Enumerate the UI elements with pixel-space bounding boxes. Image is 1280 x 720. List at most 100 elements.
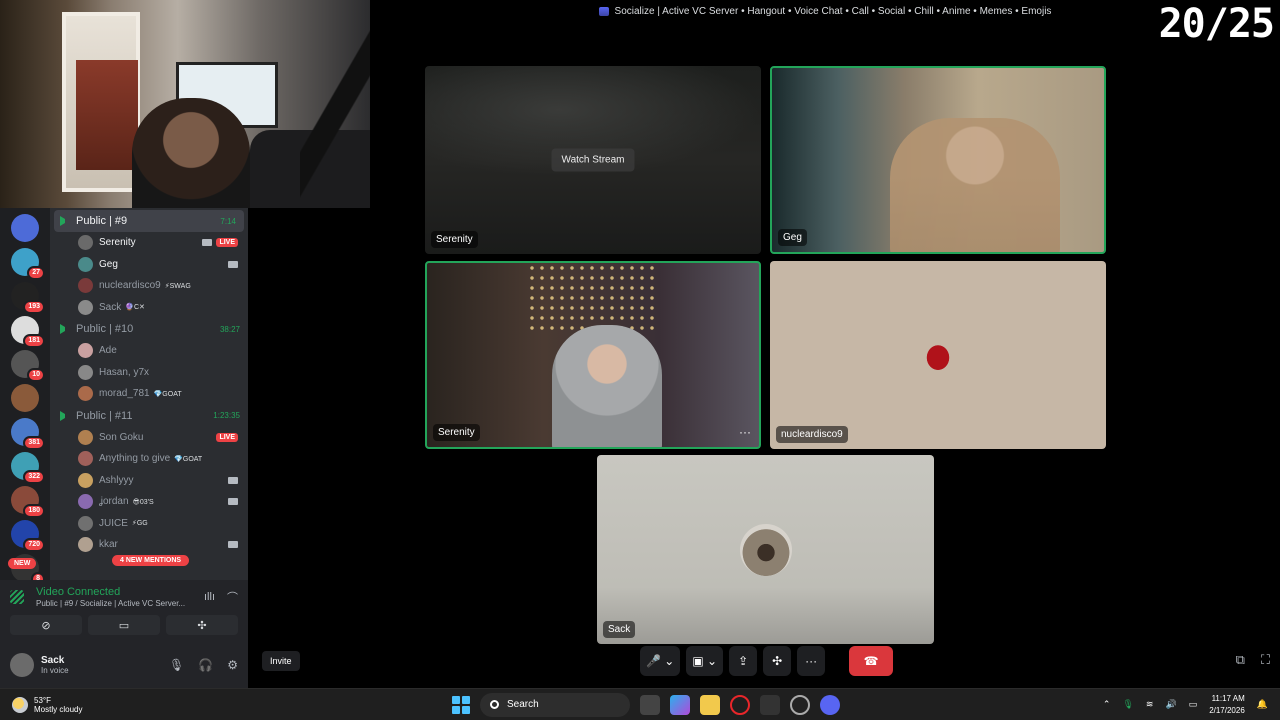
activities-button[interactable]: ✣ <box>166 615 238 635</box>
avatar <box>78 256 93 272</box>
server-badge: 8 <box>31 572 45 580</box>
disconnect-button[interactable]: ☎ <box>849 646 894 676</box>
fullscreen-icon[interactable]: ⛶ <box>1261 652 1270 668</box>
video-tile-serenity[interactable]: Serenity ··· <box>425 261 761 449</box>
popout-icon[interactable]: ⧉ <box>1236 652 1245 668</box>
voice-member[interactable]: Serenity LIVE <box>50 232 248 254</box>
voice-member[interactable]: nucleardisco9 ⚡SWAG <box>50 275 248 297</box>
windows-start-icon[interactable] <box>452 695 470 714</box>
search-icon <box>490 700 499 709</box>
voice-channel-name[interactable]: Public | #9 / Socialize | Active VC Serv… <box>36 599 185 608</box>
chevron-down-icon[interactable]: ⌄ <box>707 654 717 668</box>
voice-member[interactable]: Sack 🔮C✕ <box>50 297 248 319</box>
server-icon[interactable]: 322 <box>11 452 45 484</box>
avatar <box>739 523 792 576</box>
noise-icon[interactable]: ıllı <box>204 591 215 603</box>
server-badge: 322 <box>23 470 45 484</box>
voice-channel[interactable]: Public | #10 38:27 <box>50 318 248 340</box>
voice-member[interactable]: JUICE ⚡GG <box>50 513 248 535</box>
avatar <box>78 537 93 553</box>
video-tile-nucleardisco9[interactable]: nucleardisco9 <box>770 261 1106 449</box>
headphones-icon[interactable]: 🎧 <box>198 658 213 672</box>
watch-stream-button[interactable]: Watch Stream <box>551 148 635 172</box>
member-tag: ⚡SWAG <box>164 282 191 290</box>
file-explorer-icon[interactable] <box>700 694 720 715</box>
member-name: nucleardisco9 <box>99 280 161 292</box>
battery-icon[interactable]: ▭ <box>1189 699 1198 710</box>
chevron-down-icon[interactable]: ⌄ <box>664 654 674 668</box>
stream-tile[interactable]: Watch Stream Serenity <box>425 66 761 254</box>
screen-share-button[interactable]: ▭ <box>88 615 160 635</box>
voice-status: Video Connected <box>36 586 121 598</box>
voice-channel-name: Public | #9 <box>76 215 128 227</box>
avatar[interactable] <box>10 653 34 677</box>
server-icon[interactable] <box>11 384 39 412</box>
copilot-icon[interactable] <box>670 694 690 715</box>
opera-icon[interactable] <box>730 694 750 715</box>
clock[interactable]: 11:17 AM 2/17/2026 <box>1209 693 1245 717</box>
activities-icon: ✣ <box>772 654 783 668</box>
server-badge: 181 <box>23 334 45 348</box>
task-view-icon[interactable] <box>640 694 660 715</box>
avatar <box>78 494 93 510</box>
voice-member[interactable]: ʝordan 😎03'S <box>50 491 248 513</box>
server-icon[interactable]: 720 <box>11 520 45 552</box>
camera-toggle-button[interactable]: ⊘ <box>10 615 82 635</box>
voice-member[interactable]: Son Goku LIVE <box>50 427 248 449</box>
hang-up-icon: ☎ <box>863 654 879 668</box>
more-options-icon[interactable]: ··· <box>739 425 751 439</box>
video-tile-sack[interactable]: Sack <box>597 455 934 644</box>
voice-member[interactable]: kkar <box>50 534 248 556</box>
camera-icon <box>228 476 238 484</box>
voice-member[interactable]: Ashlyyy <box>50 470 248 492</box>
speaker-icon <box>60 410 70 421</box>
streamer-webcam <box>0 0 370 208</box>
chevron-up-icon[interactable]: ⌃ <box>1103 699 1111 710</box>
server-icon[interactable]: 10 <box>11 350 45 382</box>
wifi-icon[interactable]: ≋ <box>1146 699 1154 710</box>
mute-button[interactable]: 🎤 ⌄ <box>640 646 681 676</box>
ybn-server-icon[interactable]: 193 <box>11 282 45 314</box>
voice-channel[interactable]: Public | #9 7:14 <box>54 210 244 232</box>
voice-member[interactable]: morad_781 💎GOAT <box>50 383 248 405</box>
share-screen-button[interactable]: ⇪ <box>729 646 758 676</box>
channel-timer: 7:14 <box>220 216 236 226</box>
voice-channel[interactable]: Public | #11 1:23:35 <box>50 405 248 427</box>
store-icon[interactable] <box>760 694 780 715</box>
microphone-icon[interactable]: 🎙 <box>169 658 184 672</box>
server-badge: 180 <box>23 504 45 518</box>
volume-icon[interactable]: 🔊 <box>1165 699 1176 710</box>
discord-icon[interactable] <box>820 694 840 715</box>
top-server-icon[interactable] <box>11 214 39 242</box>
microphone-icon[interactable]: 🎙 <box>1122 699 1133 710</box>
more-button[interactable]: ··· <box>797 646 826 676</box>
taskbar-search[interactable]: Search <box>480 692 630 717</box>
voice-member[interactable]: Geg <box>50 254 248 276</box>
new-mentions-pill[interactable]: 4 NEW MENTIONS <box>112 555 190 566</box>
app-icon[interactable] <box>790 694 810 715</box>
weather-widget[interactable]: 53°F Mostly cloudy <box>0 696 200 714</box>
notification-bell-icon[interactable]: 🔔 <box>1257 699 1268 710</box>
tile-label-sack: Sack <box>603 621 636 638</box>
camera-icon <box>228 498 238 506</box>
tile-label-nucleardisco9: nucleardisco9 <box>776 426 848 443</box>
voice-member[interactable]: Anything to give 💎GOAT <box>50 448 248 470</box>
server-icon[interactable]: 381 <box>11 418 45 450</box>
disconnect-icon[interactable]: ⌒ <box>227 589 238 605</box>
activity-button[interactable]: ✣ <box>763 646 792 676</box>
voice-member[interactable]: Ade <box>50 340 248 362</box>
gear-icon[interactable]: ⚙ <box>227 658 238 672</box>
socialize-server-icon[interactable]: 27 <box>11 248 45 280</box>
string-lights <box>527 263 657 333</box>
server-badge: 27 <box>27 266 45 280</box>
user-status: In voice <box>41 666 69 675</box>
avatar <box>78 278 93 294</box>
server-icon[interactable]: 180 <box>11 486 45 518</box>
server-icon[interactable]: 181 <box>11 316 45 348</box>
signal-icon[interactable] <box>10 590 24 604</box>
new-pill[interactable]: NEW <box>8 558 37 569</box>
invite-button[interactable]: Invite <box>262 651 300 671</box>
voice-member[interactable]: Hasan, y7x <box>50 362 248 384</box>
video-tile-geg[interactable]: Geg <box>770 66 1106 254</box>
camera-button[interactable]: ▣ ⌄ <box>686 646 724 676</box>
